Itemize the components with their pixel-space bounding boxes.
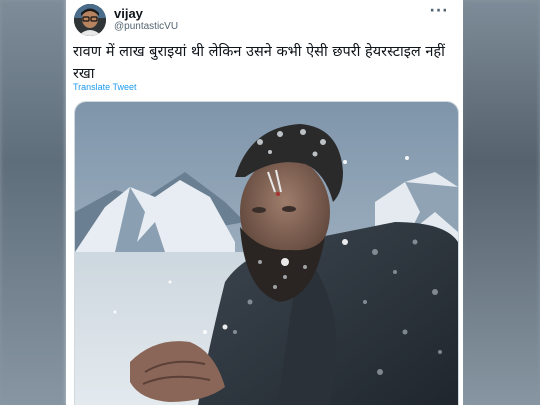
avatar-image xyxy=(74,4,106,36)
author-handle[interactable]: @puntasticVU xyxy=(114,21,178,32)
tweet-text: रावण में लाख बुराइयां थी लेकिन उसने कभी … xyxy=(73,44,445,82)
avatar[interactable] xyxy=(74,4,106,36)
author-display-name[interactable]: vijay xyxy=(114,6,143,21)
snowy-mountain-man-image xyxy=(75,102,458,405)
tweet-card[interactable]: vijay @puntasticVU ··· रावण में लाख बुरा… xyxy=(66,0,463,405)
translate-tweet-link[interactable]: Translate Tweet xyxy=(73,82,137,92)
more-options-icon[interactable]: ··· xyxy=(429,4,449,20)
tweet-media-image[interactable] xyxy=(74,101,459,405)
